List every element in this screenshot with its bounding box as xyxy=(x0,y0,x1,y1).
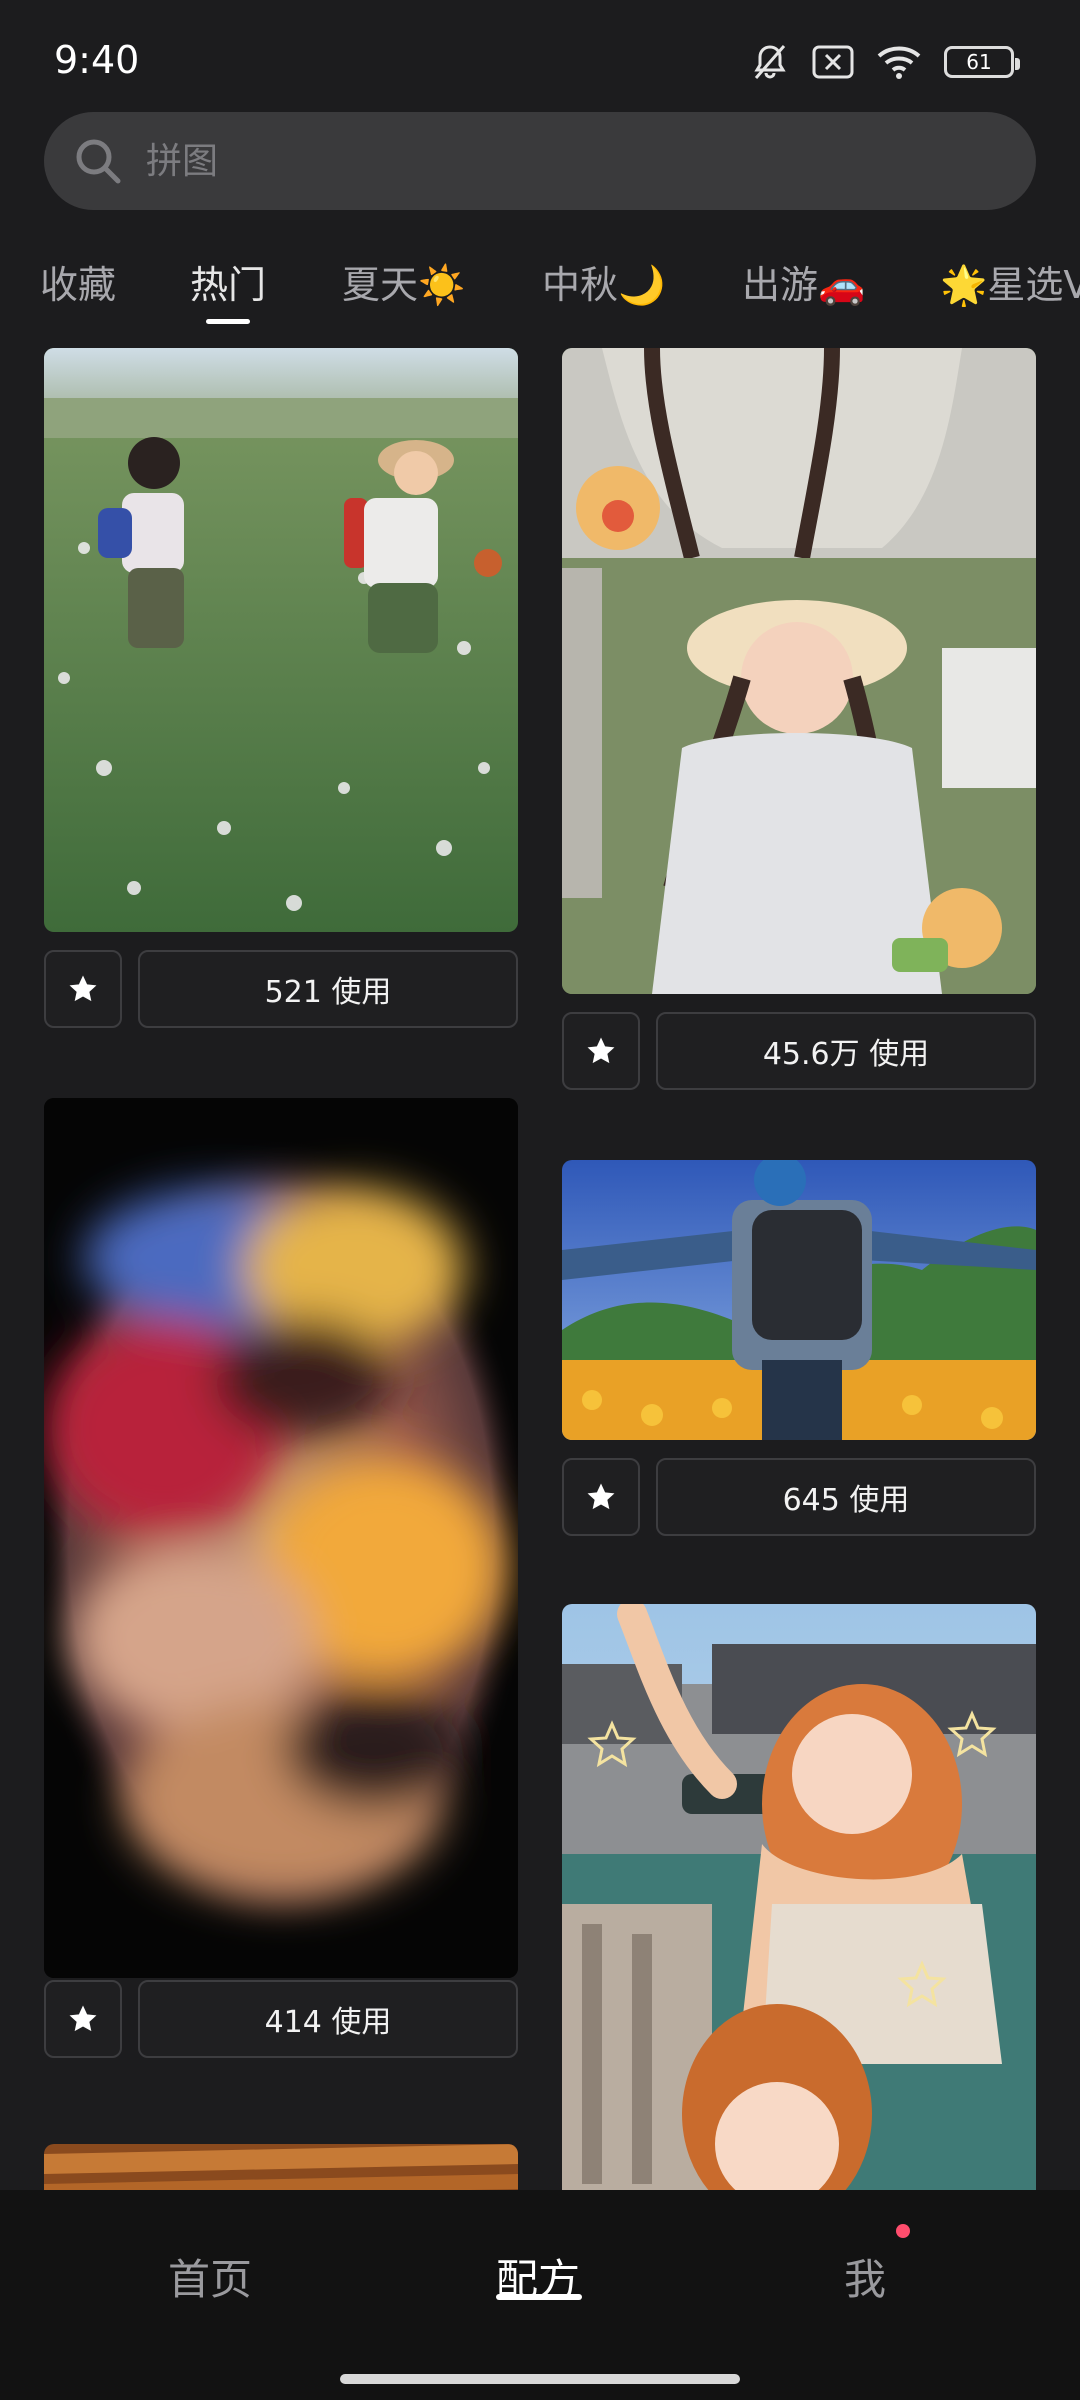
battery-icon: 61 xyxy=(944,46,1020,78)
nav-active-indicator xyxy=(496,2294,582,2300)
star-icon xyxy=(587,1037,615,1064)
search-input[interactable] xyxy=(146,140,946,182)
recipe-image[interactable] xyxy=(44,348,518,932)
recipe-card[interactable] xyxy=(44,2144,518,2190)
favorite-button[interactable] xyxy=(562,1012,640,1090)
recipe-image[interactable] xyxy=(562,1160,1036,1440)
recipe-image[interactable] xyxy=(44,2144,518,2190)
search-icon xyxy=(76,139,121,184)
nav-me[interactable]: 我 xyxy=(844,2246,886,2307)
recipe-card[interactable]: 414 使用 xyxy=(44,1098,518,2058)
favorite-button[interactable] xyxy=(562,1458,640,1536)
status-time: 9:40 xyxy=(54,38,140,82)
favorite-button[interactable] xyxy=(44,1980,122,2058)
recipe-card[interactable]: 45.6万 使用 xyxy=(562,348,1036,1090)
category-tabs: 收藏 热门 夏天☀️ 中秋🌙 出游🚗 🌟星选V xyxy=(0,240,1080,330)
use-button[interactable]: 45.6万 使用 xyxy=(656,1012,1036,1090)
recipe-image[interactable] xyxy=(562,1604,1036,2190)
tab-favorites[interactable]: 收藏 xyxy=(40,254,116,309)
recipe-actions: 414 使用 xyxy=(44,1980,518,2058)
battery-level: 61 xyxy=(966,50,992,74)
status-icons: 61 xyxy=(750,40,1020,84)
recipe-actions: 521 使用 xyxy=(44,950,518,1028)
recipe-card[interactable] xyxy=(562,1604,1036,2190)
tab-summer[interactable]: 夏天☀️ xyxy=(342,254,465,309)
favorite-button[interactable] xyxy=(44,950,122,1028)
notification-badge xyxy=(896,2224,910,2238)
use-button[interactable]: 414 使用 xyxy=(138,1980,518,2058)
use-button[interactable]: 521 使用 xyxy=(138,950,518,1028)
bell-muted-icon xyxy=(750,42,790,82)
tab-active-indicator xyxy=(206,319,250,324)
nav-home[interactable]: 首页 xyxy=(168,2246,252,2307)
wifi-icon xyxy=(876,44,922,80)
home-indicator[interactable] xyxy=(340,2374,740,2384)
recipe-feed[interactable]: 521 使用 45.6万 使用 414 使用 645 使用 xyxy=(0,330,1080,2190)
recipe-card[interactable]: 521 使用 xyxy=(44,348,518,1028)
star-icon xyxy=(69,2005,97,2032)
use-button[interactable]: 645 使用 xyxy=(656,1458,1036,1536)
recipe-card[interactable]: 645 使用 xyxy=(562,1160,1036,1560)
recipe-actions: 45.6万 使用 xyxy=(562,1012,1036,1090)
recipe-actions: 645 使用 xyxy=(562,1458,1036,1536)
recipe-image[interactable] xyxy=(562,348,1036,994)
tab-featured[interactable]: 🌟星选V xyxy=(940,254,1080,309)
tab-mid-autumn[interactable]: 中秋🌙 xyxy=(542,254,665,309)
status-bar: 9:40 61 xyxy=(0,0,1080,110)
sim-off-icon xyxy=(812,44,854,80)
tab-outing[interactable]: 出游🚗 xyxy=(742,254,865,309)
search-bar[interactable] xyxy=(44,112,1036,210)
star-icon xyxy=(69,975,97,1002)
star-icon xyxy=(587,1483,615,1510)
tab-popular[interactable]: 热门 xyxy=(190,254,266,309)
recipe-image[interactable] xyxy=(44,1098,518,1978)
